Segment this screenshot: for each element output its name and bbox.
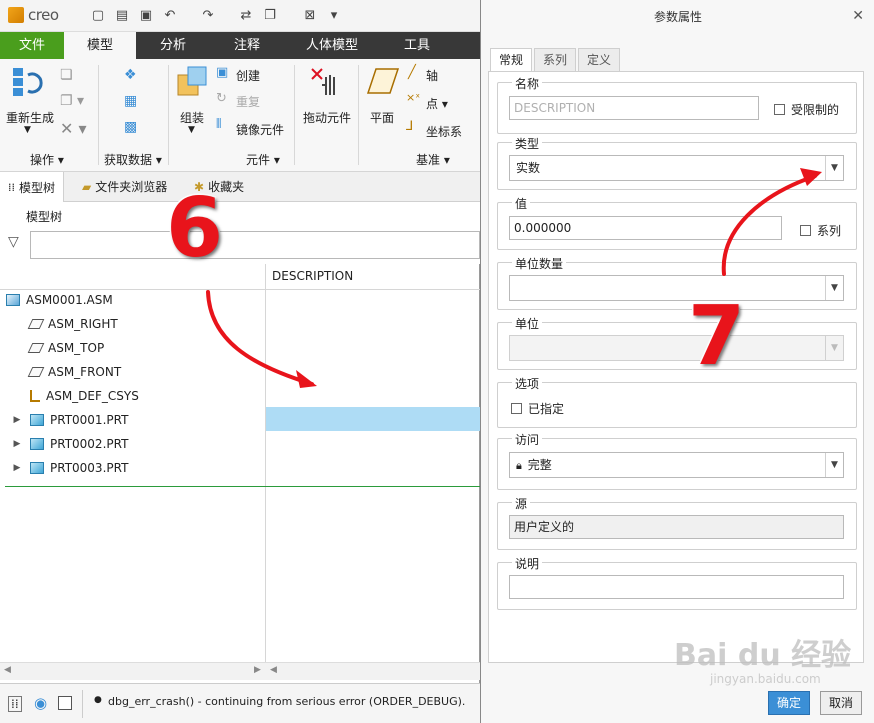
watermark-url: jingyan.baidu.com <box>710 672 821 686</box>
step-number-7: 7 <box>686 289 746 384</box>
watermark-brand: Bai du 经验 <box>674 638 852 673</box>
arrow-6 <box>206 290 314 386</box>
arrow-7-head <box>800 168 822 186</box>
arrow-7 <box>721 174 817 276</box>
baidu-watermark: Bai du 经验 jingyan.baidu.com <box>674 638 852 687</box>
step-number-6: 6 <box>164 181 224 276</box>
arrow-6-head <box>296 370 317 388</box>
